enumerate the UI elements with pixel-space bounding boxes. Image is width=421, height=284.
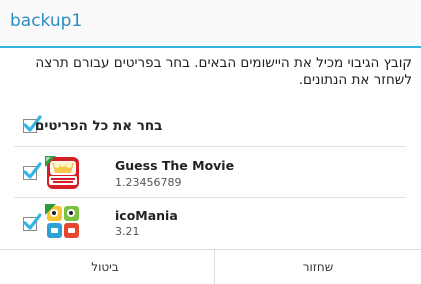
backup-restore-dialog: backup1 קובץ הגיבוי מכיל את היישומים הבא… — [0, 0, 421, 284]
app-name: Guess The Movie — [115, 158, 235, 173]
title-divider — [0, 46, 421, 48]
checkmark-icon — [23, 162, 42, 179]
app-name: icoMania — [115, 208, 178, 223]
app-list-item[interactable]: icoMania 3.21 — [14, 197, 406, 247]
guess-the-movie-app-icon — [45, 156, 79, 189]
icomania-app-icon — [45, 204, 79, 238]
app-checkbox[interactable] — [23, 162, 42, 180]
dialog-message: קובץ הגיבוי מכיל את היישומים הבאים. בחר … — [35, 55, 412, 88]
checkmark-icon — [23, 213, 42, 230]
select-all-label: בחר את כל הפריטים — [35, 118, 163, 134]
app-version: 1.23456789 — [115, 176, 182, 189]
dialog-button-bar: ביטול שחזור — [0, 249, 421, 284]
app-version: 3.21 — [115, 225, 140, 238]
dialog-title: backup1 — [10, 11, 83, 31]
cancel-button[interactable]: ביטול — [0, 250, 210, 284]
dialog-title-bar: backup1 — [0, 0, 421, 46]
restore-button[interactable]: שחזור — [215, 250, 421, 284]
app-checkbox[interactable] — [23, 213, 42, 231]
app-list-item[interactable]: Guess The Movie 1.23456789 — [14, 147, 406, 197]
